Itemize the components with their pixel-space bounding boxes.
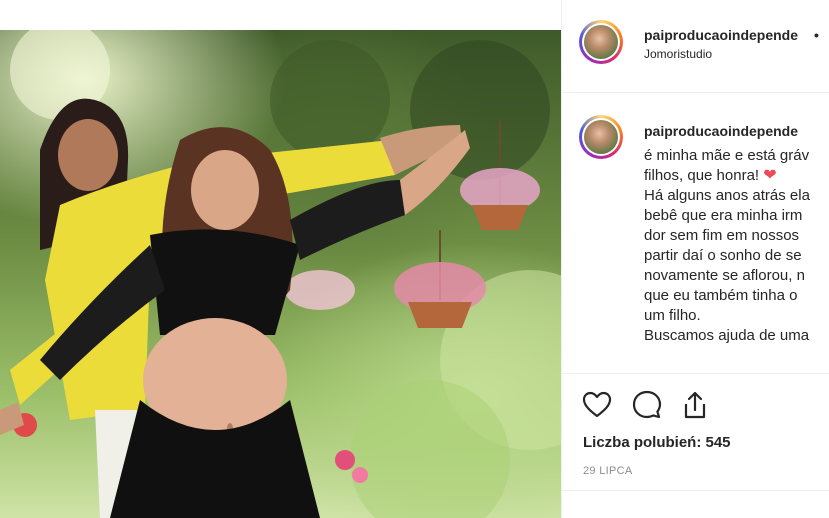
post-date: 29 LIPCA — [583, 465, 633, 477]
caption-line: que eu também tinha o — [644, 287, 798, 304]
bottom-divider — [562, 490, 829, 491]
post-sidebar: paiproducaoindepende • Jomoristudio paip… — [562, 0, 829, 518]
post-location[interactable]: Jomoristudio — [644, 47, 712, 61]
caption-line: Há alguns anos atrás ela — [644, 187, 810, 204]
caption-line: partir daí o sonho de se — [644, 247, 802, 264]
caption-username[interactable]: paiproducaoindepende — [644, 123, 798, 139]
caption-line: bebê que era minha irm — [644, 207, 803, 224]
header-dot-separator: • — [814, 27, 819, 43]
comment-icon[interactable] — [630, 388, 664, 422]
caption-line: um filho. — [644, 307, 701, 324]
heart-emoji: ❤ — [763, 167, 777, 184]
photo-top-strip — [0, 0, 561, 30]
caption-line: novamente se aflorou, n — [644, 267, 805, 284]
caption-text: é minha mãe e está gráv filhos, que honr… — [644, 146, 829, 346]
author-username[interactable]: paiproducaoindepende — [644, 27, 798, 43]
actions-divider — [562, 373, 829, 374]
caption-line: filhos, que honra! ❤ — [644, 167, 777, 184]
caption-line: é minha mãe e está gráv — [644, 147, 810, 164]
caption-line: Buscamos ajuda de uma — [644, 327, 810, 344]
post-photo[interactable] — [0, 30, 561, 518]
header-divider — [562, 92, 829, 93]
share-icon[interactable] — [678, 388, 712, 422]
likes-count[interactable]: Liczba polubień: 545 — [583, 434, 731, 451]
photo-illustration — [0, 30, 561, 518]
author-avatar[interactable] — [579, 20, 623, 64]
caption-avatar[interactable] — [579, 115, 623, 159]
caption-line: dor sem fim em nossos — [644, 227, 800, 244]
heart-icon[interactable] — [580, 388, 614, 422]
